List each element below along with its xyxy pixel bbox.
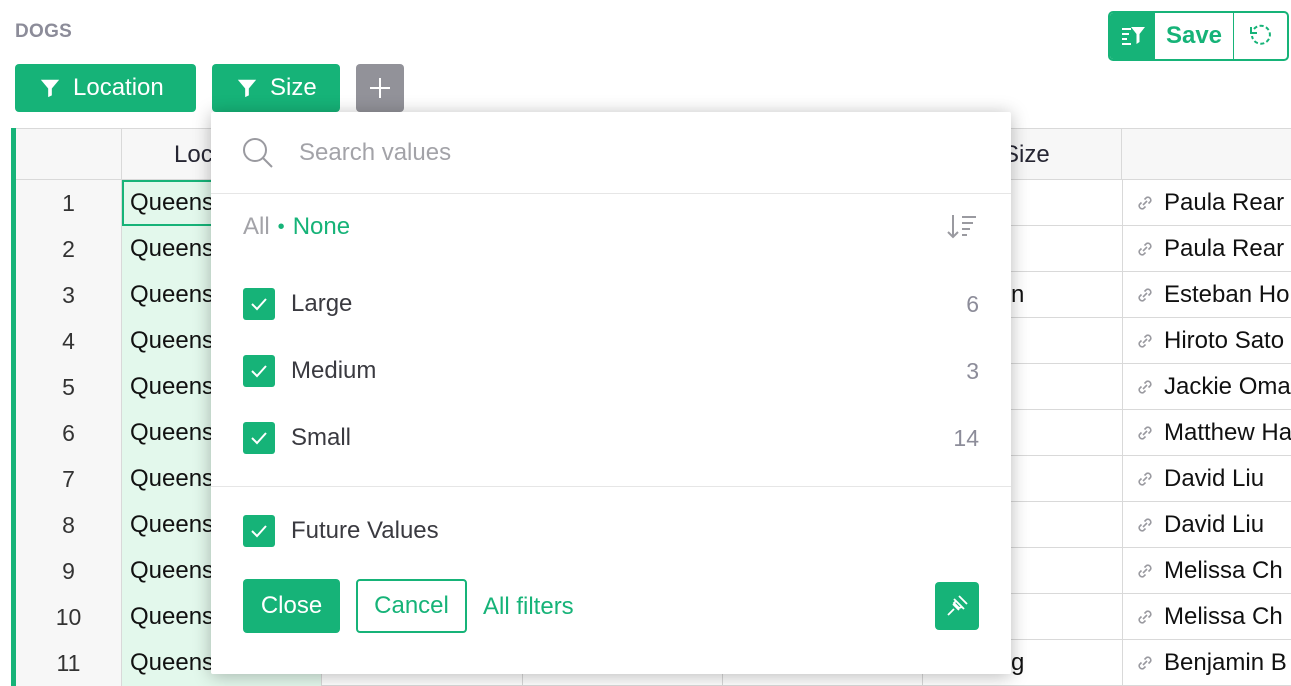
row-number[interactable]: 5 <box>16 364 122 410</box>
search-row <box>211 112 1011 194</box>
row-number[interactable]: 3 <box>16 272 122 318</box>
link-icon <box>1138 196 1152 210</box>
option-count: 14 <box>953 424 979 451</box>
cell-owner[interactable]: Paula Rear <box>1122 180 1291 226</box>
option-future-values[interactable]: Future Values <box>243 514 979 548</box>
owner-name: Benjamin B <box>1164 649 1287 676</box>
row-number[interactable]: 10 <box>16 594 122 640</box>
search-values-input[interactable] <box>299 138 899 167</box>
cell-owner[interactable]: Paula Rear <box>1122 226 1291 272</box>
checkbox[interactable] <box>243 515 275 547</box>
row-number[interactable]: 11 <box>16 640 122 686</box>
link-icon <box>1138 380 1152 394</box>
check-icon <box>251 365 267 378</box>
option-count: 6 <box>966 290 979 317</box>
link-icon <box>1138 656 1152 670</box>
option-count: 3 <box>966 357 979 384</box>
cell-owner[interactable]: Hiroto Sato <box>1122 318 1291 364</box>
revert-button[interactable] <box>1234 13 1287 59</box>
filter-button-label: Size <box>270 74 317 101</box>
checkbox[interactable] <box>243 288 275 320</box>
select-all-link[interactable]: All <box>243 213 270 241</box>
filter-popup: All • None Large 6 Medium 3 Small 14 Fut… <box>211 112 1011 674</box>
save-group: Save <box>1108 11 1289 61</box>
option-label: Future Values <box>291 517 439 544</box>
owner-name: Paula Rear <box>1164 235 1285 262</box>
sort-icon[interactable] <box>945 212 979 242</box>
row-number[interactable]: 8 <box>16 502 122 548</box>
row-number[interactable]: 1 <box>16 180 122 226</box>
link-icon <box>1138 242 1152 256</box>
owner-name: Esteban Ho <box>1164 281 1290 308</box>
cell-owner[interactable]: David Liu <box>1122 502 1291 548</box>
filter-icon <box>237 79 257 98</box>
row-number-header <box>16 129 122 180</box>
option-label: Large <box>291 290 353 317</box>
option-label: Medium <box>291 357 377 384</box>
link-icon <box>1138 334 1152 348</box>
owner-name: David Liu <box>1164 465 1265 492</box>
cell-size[interactable]: g <box>1011 640 1024 686</box>
checkbox[interactable] <box>243 355 275 387</box>
filter-button-size[interactable]: Size <box>212 64 340 112</box>
pin-button[interactable] <box>935 582 979 630</box>
pin-icon <box>947 595 968 616</box>
close-button[interactable]: Close <box>243 579 340 633</box>
owner-name: Melissa Ch <box>1164 603 1283 630</box>
row-number[interactable]: 4 <box>16 318 122 364</box>
cell-owner[interactable]: Jackie Oma <box>1122 364 1291 410</box>
owner-name: Melissa Ch <box>1164 557 1283 584</box>
filter-button-label: Location <box>73 74 164 101</box>
row-number[interactable]: 2 <box>16 226 122 272</box>
option-small[interactable]: Small 14 <box>243 421 979 455</box>
owner-name: Paula Rear <box>1164 189 1285 216</box>
check-icon <box>251 432 267 445</box>
filter-icon <box>40 79 60 98</box>
cell-size[interactable]: n <box>1011 272 1024 318</box>
link-icon <box>1138 610 1152 624</box>
cell-owner[interactable]: Esteban Ho <box>1122 272 1291 318</box>
row-number[interactable]: 9 <box>16 548 122 594</box>
link-icon <box>1138 426 1152 440</box>
add-filter-button[interactable] <box>356 64 404 112</box>
owner-name: Matthew Ha <box>1164 419 1291 446</box>
all-filters-link[interactable]: All filters <box>483 593 574 621</box>
save-button[interactable]: Save <box>1155 13 1234 59</box>
option-label: Small <box>291 424 352 451</box>
check-icon <box>251 298 267 311</box>
column-header-owner[interactable] <box>1122 129 1291 180</box>
owner-name: Hiroto Sato <box>1164 327 1285 354</box>
select-all-none: All • None <box>243 213 350 241</box>
divider <box>211 486 1011 487</box>
sort-filter-toggle-button[interactable] <box>1110 13 1155 59</box>
cell-owner[interactable]: Melissa Ch <box>1122 594 1291 640</box>
row-number[interactable]: 6 <box>16 410 122 456</box>
link-icon <box>1138 518 1152 532</box>
search-icon <box>243 137 273 168</box>
section-title: DOGS <box>15 21 73 42</box>
sort-filter-icon <box>1121 27 1145 45</box>
plus-icon <box>370 78 390 98</box>
link-icon <box>1138 288 1152 302</box>
cell-owner[interactable]: Matthew Ha <box>1122 410 1291 456</box>
separator-dot: • <box>277 215 285 238</box>
checkbox[interactable] <box>243 422 275 454</box>
option-medium[interactable]: Medium 3 <box>243 354 979 388</box>
owner-name: Jackie Oma <box>1164 373 1291 400</box>
check-icon <box>251 525 267 538</box>
link-icon <box>1138 472 1152 486</box>
select-none-link[interactable]: None <box>293 213 350 241</box>
option-large[interactable]: Large 6 <box>243 287 979 321</box>
cell-owner[interactable]: David Liu <box>1122 456 1291 502</box>
link-icon <box>1138 564 1152 578</box>
revert-icon <box>1249 24 1271 45</box>
row-number[interactable]: 7 <box>16 456 122 502</box>
cell-owner[interactable]: Benjamin B <box>1122 640 1291 686</box>
filter-button-location[interactable]: Location <box>15 64 196 112</box>
cell-owner[interactable]: Melissa Ch <box>1122 548 1291 594</box>
cancel-button[interactable]: Cancel <box>356 579 467 633</box>
owner-name: David Liu <box>1164 511 1265 538</box>
